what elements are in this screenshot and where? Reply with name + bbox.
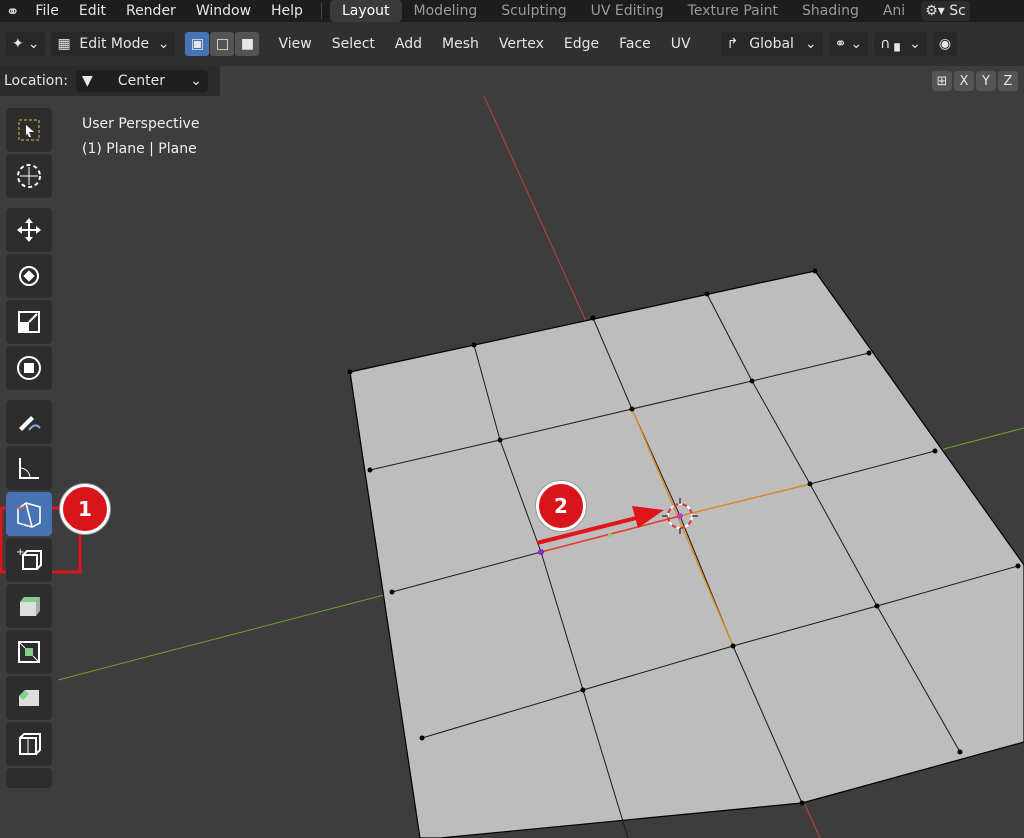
menu-mesh[interactable]: Mesh <box>432 22 489 66</box>
extrude-region-icon[interactable] <box>6 584 52 628</box>
knife-edge-slide-icon[interactable] <box>6 492 52 536</box>
chevron-down-icon: ⌄ <box>850 36 863 52</box>
menu-select[interactable]: Select <box>322 22 385 66</box>
tab-layout[interactable]: Layout <box>329 0 402 22</box>
magnet-icon: ∩ <box>880 36 891 52</box>
callout-1: 1 <box>60 484 110 534</box>
menu-file[interactable]: File <box>25 0 68 22</box>
separator <box>320 3 322 19</box>
view-name: User Perspective <box>82 116 200 132</box>
axis-gizmo-icon: ✦ <box>12 36 24 52</box>
cursor-icon[interactable] <box>6 154 52 198</box>
chevron-down-icon: ⌄ <box>909 36 921 52</box>
select-box-icon[interactable] <box>6 108 52 152</box>
select-mode-group: ▣ □ ■ <box>185 32 260 56</box>
menu-render[interactable]: Render <box>116 0 186 22</box>
edge-midpoint <box>608 533 612 537</box>
orientation-label: Global <box>749 36 794 52</box>
mirror-icon[interactable]: ⊞ <box>932 71 952 91</box>
edge-select-icon[interactable]: □ <box>210 32 235 56</box>
menu-view[interactable]: View <box>268 22 321 66</box>
chevron-down-icon: ⌄ <box>190 73 202 89</box>
3d-viewport[interactable] <box>0 96 1024 838</box>
selected-vertex <box>538 549 544 555</box>
transform-icon[interactable] <box>6 346 52 390</box>
viewport-info: User Perspective (1) Plane | Plane <box>82 112 199 162</box>
menu-vertex[interactable]: Vertex <box>489 22 554 66</box>
tab-sculpting[interactable]: Sculpting <box>489 0 578 22</box>
menu-face[interactable]: Face <box>609 22 661 66</box>
tab-modeling[interactable]: Modeling <box>402 0 490 22</box>
proportional-edit-icon: ◉ <box>938 36 952 52</box>
bevel-icon[interactable] <box>6 676 52 720</box>
tab-texture-paint[interactable]: Texture Paint <box>676 0 790 22</box>
triangle-down-icon: ▼ <box>81 73 93 89</box>
inset-faces-icon[interactable] <box>6 630 52 674</box>
move-icon[interactable] <box>6 208 52 252</box>
menu-edit[interactable]: Edit <box>69 0 116 22</box>
pivot-point-dropdown[interactable]: ⚭ ⌄ <box>828 32 869 56</box>
scale-icon[interactable] <box>6 300 52 344</box>
chevron-down-icon: ⌄ <box>157 36 170 52</box>
axis-y-button[interactable]: Y <box>976 71 996 91</box>
add-cube-icon[interactable]: + <box>6 538 52 582</box>
face-select-icon[interactable]: ■ <box>235 32 260 56</box>
svg-text:+: + <box>16 547 24 558</box>
menu-add[interactable]: Add <box>385 22 432 66</box>
tab-animation[interactable]: Ani <box>871 0 917 22</box>
location-label: Location: <box>4 73 68 89</box>
loop-cut-icon[interactable] <box>6 722 52 766</box>
location-value: Center <box>117 73 166 89</box>
snap-toggle[interactable]: ∩ ▖ ⌄ <box>874 32 927 56</box>
proportional-edit-toggle[interactable]: ◉ <box>932 32 958 56</box>
tool-shelf: + <box>6 108 58 790</box>
callout-2: 2 <box>536 481 586 531</box>
tab-uv-editing[interactable]: UV Editing <box>579 0 676 22</box>
rotate-icon[interactable] <box>6 254 52 298</box>
snap-increment-icon: ▖ <box>894 36 906 52</box>
mode-dropdown[interactable]: ▦ Edit Mode ⌄ <box>51 32 176 56</box>
mode-label: Edit Mode <box>79 36 150 52</box>
viewport-header: ✦ ⌄ ▦ Edit Mode ⌄ ▣ □ ■ View Select Add M… <box>0 22 1024 66</box>
scene-label: Sc <box>949 3 966 19</box>
mesh-plane[interactable] <box>349 270 1024 838</box>
offset-edge-icon[interactable] <box>6 768 52 788</box>
axis-x-button[interactable]: X <box>954 71 974 91</box>
link-icon: ⚭ <box>834 36 847 52</box>
axis-lock-group: ⊞ X Y Z <box>932 66 1018 96</box>
scene-selector[interactable]: ⚙▾ Sc <box>921 1 970 21</box>
chevron-down-icon: ⌄ <box>27 36 40 52</box>
tab-shading[interactable]: Shading <box>790 0 871 22</box>
measure-icon[interactable] <box>6 446 52 490</box>
menu-edge[interactable]: Edge <box>554 22 609 66</box>
orientation-icon: ↱ <box>726 36 739 52</box>
axis-z-button[interactable]: Z <box>998 71 1018 91</box>
tool-settings-bar: Location: ▼ Center ⌄ <box>0 66 220 96</box>
chevron-down-icon: ⌄ <box>804 36 817 52</box>
location-dropdown[interactable]: ▼ Center ⌄ <box>75 70 208 92</box>
menu-uv[interactable]: UV <box>661 22 701 66</box>
blender-logo-icon[interactable]: ⚭ <box>0 2 25 21</box>
top-bar: ⚭ File Edit Render Window Help Layout Mo… <box>0 0 1024 22</box>
menu-window[interactable]: Window <box>186 0 261 22</box>
annotate-icon[interactable] <box>6 400 52 444</box>
edit-mode-icon: ▦ <box>57 36 71 52</box>
editor-type-button[interactable]: ✦ ⌄ <box>6 32 46 56</box>
object-info: (1) Plane | Plane <box>82 141 197 157</box>
vertex-select-icon[interactable]: ▣ <box>185 32 210 56</box>
transform-orientation-dropdown[interactable]: ↱ Global ⌄ <box>720 32 823 56</box>
menu-help[interactable]: Help <box>261 0 313 22</box>
